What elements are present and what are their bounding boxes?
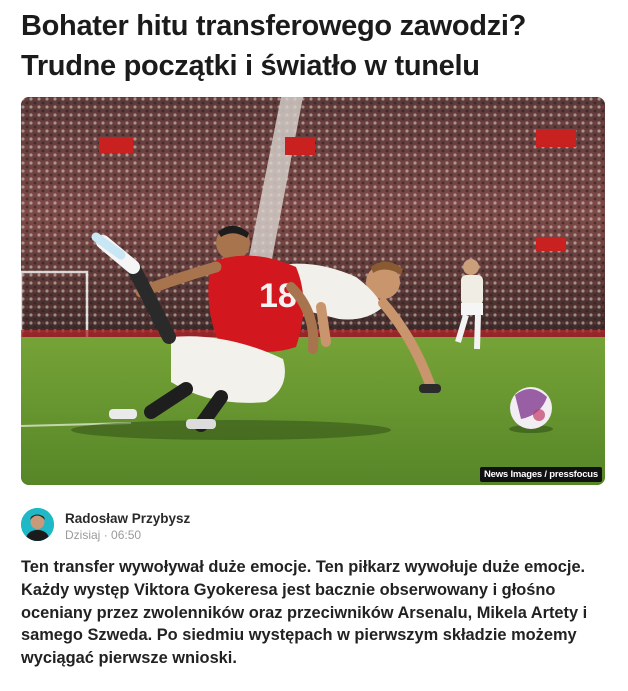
publish-time: 06:50	[111, 528, 142, 542]
meta-separator: ·	[103, 528, 112, 542]
author-byline: Radosław Przybysz Dzisiaj · 06:50	[21, 508, 321, 544]
author-avatar[interactable]	[21, 508, 54, 541]
author-avatar-image	[21, 508, 54, 541]
publish-date: Dzisiaj	[65, 528, 101, 542]
article: Bohater hitu transferowego zawodzi? Trud…	[0, 0, 628, 691]
photo-illustration: 18	[21, 97, 605, 485]
publish-meta: Dzisiaj · 06:50	[65, 528, 141, 542]
photo-credit: News Images / pressfocus	[479, 467, 602, 482]
author-name[interactable]: Radosław Przybysz	[65, 511, 190, 526]
article-photo[interactable]: 18 News Images / pressfocus	[21, 97, 605, 485]
article-title: Bohater hitu transferowego zawodzi? Trud…	[21, 10, 527, 82]
article-lead: Ten transfer wywoływał duże emocje. Ten …	[21, 558, 588, 668]
